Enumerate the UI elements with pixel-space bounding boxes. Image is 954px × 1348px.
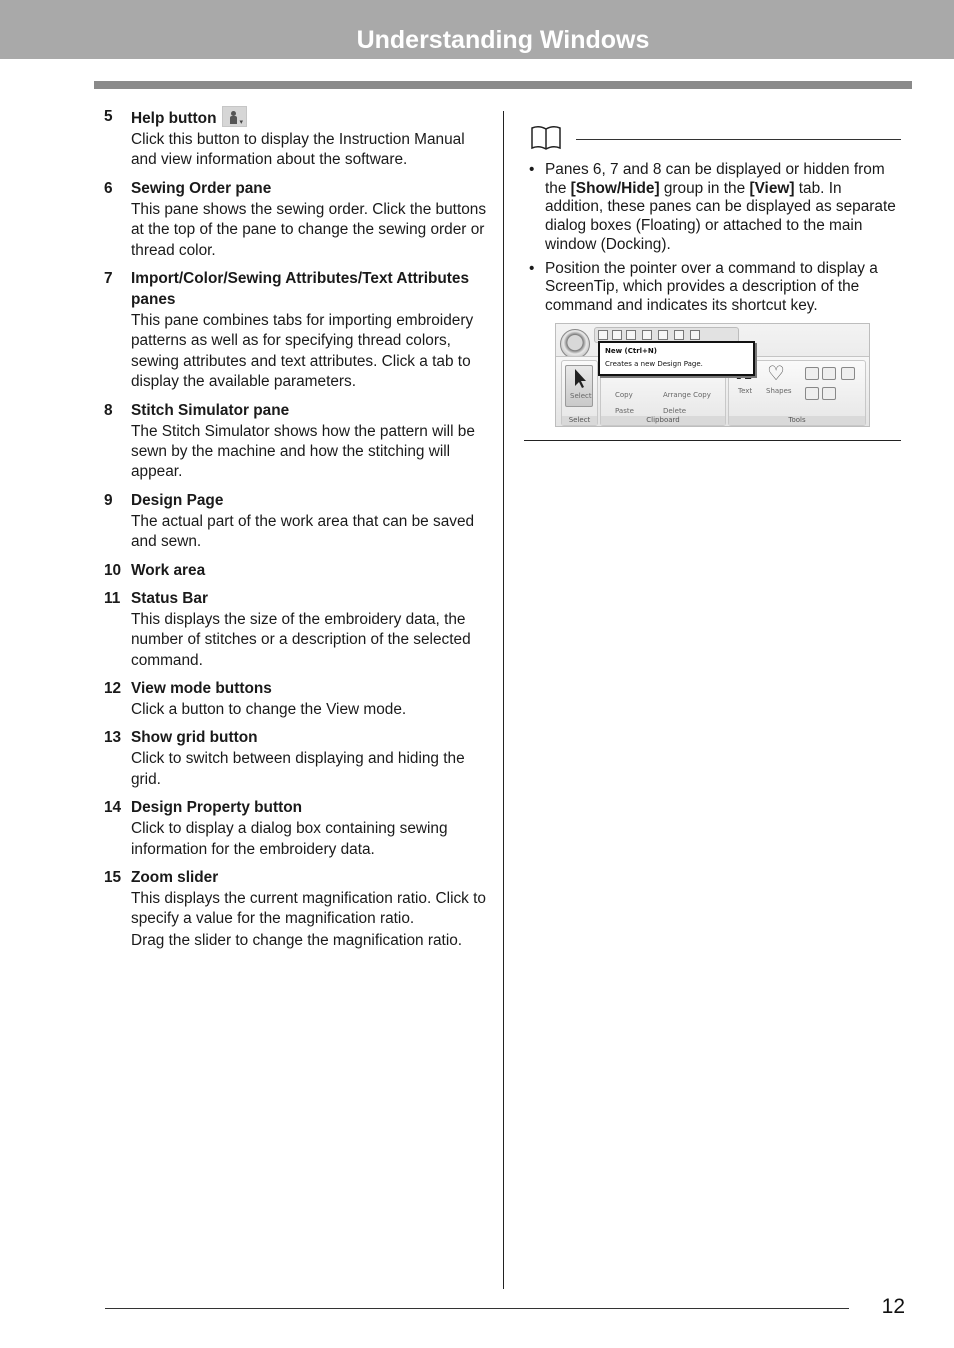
- open-icon: [612, 330, 622, 340]
- item-description: This displays the current magnification …: [131, 889, 486, 928]
- item-number: 5: [104, 108, 113, 125]
- note-bullet: • Panes 6, 7 and 8 can be displayed or h…: [529, 161, 896, 253]
- shapes-command: Shapes: [766, 387, 792, 395]
- item-number: 10: [104, 561, 122, 579]
- list-item: 7 Import/Color/Sewing Attributes/Text At…: [104, 268, 494, 393]
- item-title: Import/Color/Sewing Attributes/Text Attr…: [131, 270, 470, 309]
- book-icon: [531, 125, 561, 150]
- item-number: 15: [104, 868, 122, 886]
- item-description: Click to display a dialog box containing…: [131, 820, 448, 858]
- item-title: Show grid button: [131, 729, 258, 747]
- footer-rule: [105, 1308, 849, 1309]
- item-description: Click this button to display the Instruc…: [131, 131, 465, 169]
- pan-hand-icon: [805, 387, 819, 400]
- shapes-heart-icon: ♡: [767, 361, 785, 385]
- note-box: • Panes 6, 7 and 8 can be displayed or h…: [528, 122, 902, 321]
- arrange-copy-command: Arrange Copy: [663, 391, 711, 399]
- bullet-dot: •: [529, 259, 535, 277]
- item-description-extra: Drag the slider to change the magnificat…: [131, 931, 463, 949]
- page-number: 12: [881, 1295, 905, 1318]
- item-title: Help button: [131, 110, 217, 127]
- item-number: 8: [104, 401, 113, 419]
- list-item: 15 Zoom slider This displays the current…: [104, 867, 494, 951]
- list-item: 14 Design Property button Click to displ…: [104, 797, 494, 860]
- screentip-title: New (Ctrl+N): [605, 347, 657, 355]
- redo-icon: [674, 330, 684, 340]
- zoom-icon: [642, 330, 652, 340]
- item-title: Design Property button: [131, 799, 303, 817]
- item-description: The Stitch Simulator shows how the patte…: [131, 422, 475, 481]
- column-divider: [503, 111, 504, 1289]
- undo-icon: [658, 330, 668, 340]
- item-number: 7: [104, 270, 113, 288]
- item-number: 12: [104, 679, 122, 697]
- select-button: Select: [565, 365, 593, 407]
- item-description: This pane shows the sewing order. Click …: [131, 200, 487, 259]
- item-title: Stitch Simulator pane: [131, 401, 290, 419]
- paste-command: Paste: [615, 407, 634, 415]
- item-description: Click a button to change the View mode.: [131, 700, 407, 718]
- item-title: Status Bar: [131, 589, 208, 607]
- screentip-description: Creates a new Design Page.: [605, 360, 703, 368]
- list-item: 6 Sewing Order pane This pane shows the …: [104, 178, 494, 261]
- list-item: 11 Status Bar This displays the size of …: [104, 588, 494, 671]
- arrow-cursor-icon: [575, 369, 586, 388]
- item-title: View mode buttons: [131, 679, 272, 697]
- item-description: Click to switch between displaying and h…: [131, 750, 465, 788]
- zoom-in-icon: [805, 367, 819, 380]
- item-number: 14: [104, 799, 122, 817]
- measure-icon: [822, 387, 836, 400]
- note-bullets: • Panes 6, 7 and 8 can be displayed or h…: [528, 161, 902, 316]
- list-item: 9 Design Page The actual part of the wor…: [104, 490, 494, 553]
- item-number: 6: [104, 179, 113, 197]
- save-icon: [626, 330, 636, 340]
- note-top-rule: [576, 139, 901, 140]
- help-person-icon: ▾: [222, 106, 248, 127]
- item-description: This displays the size of the embroidery…: [131, 610, 471, 669]
- note-bullet: • Position the pointer over a command to…: [529, 259, 878, 314]
- ribbon-screenshot: Select Select Copy Arrange Copy Paste De…: [555, 323, 870, 427]
- zoom-out-icon: [822, 367, 836, 380]
- item-description: The actual part of the work area that ca…: [131, 512, 475, 551]
- item-number: 11: [104, 589, 121, 607]
- header-rule: [94, 81, 912, 89]
- list-item: 12 View mode buttons Click a button to c…: [104, 678, 494, 720]
- item-description: This pane combines tabs for importing em…: [131, 312, 474, 391]
- item-number: 9: [104, 491, 113, 509]
- item-title: Zoom slider: [131, 868, 219, 886]
- application-orb-icon: [560, 329, 590, 359]
- list-item: 13 Show grid button Click to switch betw…: [104, 727, 494, 790]
- ribbon-group-select: Select Select: [561, 360, 598, 426]
- list-item: 8 Stitch Simulator pane The Stitch Simul…: [104, 400, 494, 483]
- header-band: Understanding Windows: [0, 0, 954, 59]
- show-hide-ref: [Show/Hide]: [570, 179, 660, 197]
- text-command: Text: [738, 387, 753, 395]
- item-title: Design Page: [131, 491, 224, 509]
- new-icon: [598, 330, 608, 340]
- bullet-dot: •: [529, 161, 535, 178]
- item-number: 13: [104, 729, 122, 747]
- item-title: Sewing Order pane: [131, 179, 272, 197]
- view-tab-ref: [View]: [749, 179, 795, 197]
- item-title: Work area: [131, 561, 206, 579]
- item-list: 5 Help button ▾ Click this button to disp…: [104, 106, 494, 958]
- delete-command: Delete: [663, 407, 686, 415]
- zoom-options-icon: [841, 367, 855, 380]
- window-icon: [690, 330, 700, 340]
- screentip: New (Ctrl+N) Creates a new Design Page.: [598, 341, 755, 376]
- page-title: Understanding Windows: [356, 26, 650, 54]
- copy-command: Copy: [615, 391, 633, 399]
- note-bottom-rule: [524, 440, 901, 441]
- list-item: 5 Help button ▾ Click this button to disp…: [104, 106, 494, 171]
- list-item: 10 Work area: [104, 560, 494, 581]
